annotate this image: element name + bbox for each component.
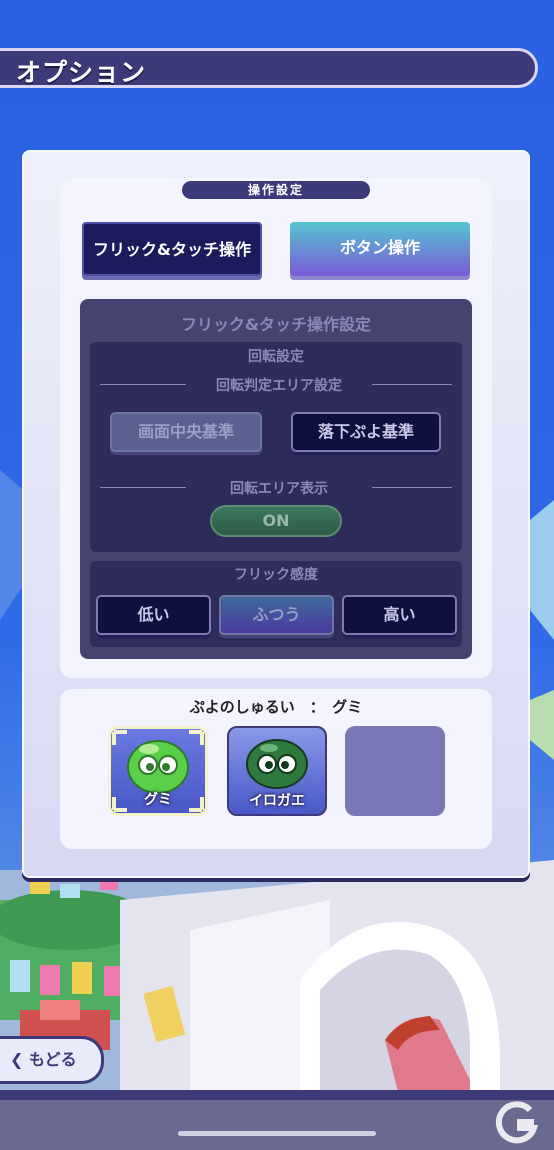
puyo-type-label: ぷよのしゅるい ： グミ <box>189 698 363 716</box>
puyo-option-gummi[interactable]: グミ <box>108 726 208 816</box>
puyo-option-empty-slot <box>345 726 445 816</box>
page-title: オプション <box>16 58 147 87</box>
puyo-option-name: グミ <box>144 792 172 808</box>
sensitivity-high-button[interactable]: 高い <box>342 595 457 635</box>
divider-left-2 <box>100 487 186 488</box>
sensitivity-low-button[interactable]: 低い <box>96 595 211 635</box>
controls-section-label: 操作設定 <box>182 181 370 199</box>
back-button[interactable]: ❮ もどる <box>0 1036 104 1084</box>
back-button-label: もどる <box>28 1050 77 1069</box>
flick-touch-mode-button[interactable]: フリック&タッチ操作 <box>82 222 262 276</box>
divider-right-2 <box>372 487 452 488</box>
divider-left <box>100 384 186 385</box>
sensitivity-normal-button[interactable]: ふつう <box>219 595 334 635</box>
chevron-left-icon: ❮ <box>10 1050 24 1069</box>
rotation-display-label: 回転エリア表示 <box>230 481 328 497</box>
rotation-center-button[interactable]: 画面中央基準 <box>110 412 262 452</box>
rotation-falling-puyo-button[interactable]: 落下ぷよ基準 <box>291 412 441 452</box>
button-mode-button[interactable]: ボタン操作 <box>290 222 470 276</box>
rotation-area-label: 回転判定エリア設定 <box>216 378 342 394</box>
home-indicator[interactable] <box>178 1131 376 1136</box>
watermark-logo-icon <box>495 1101 539 1144</box>
flick-settings-title: フリック&タッチ操作設定 <box>181 315 371 334</box>
rotation-display-toggle[interactable]: ON <box>210 505 342 537</box>
sensitivity-title: フリック感度 <box>234 567 318 583</box>
rotation-settings-title: 回転設定 <box>248 349 304 365</box>
divider-right <box>372 384 452 385</box>
puyo-option-irogae[interactable]: イロガエ <box>227 726 327 816</box>
puyo-option-name: イロガエ <box>249 793 305 809</box>
bottom-bar <box>0 1100 554 1150</box>
